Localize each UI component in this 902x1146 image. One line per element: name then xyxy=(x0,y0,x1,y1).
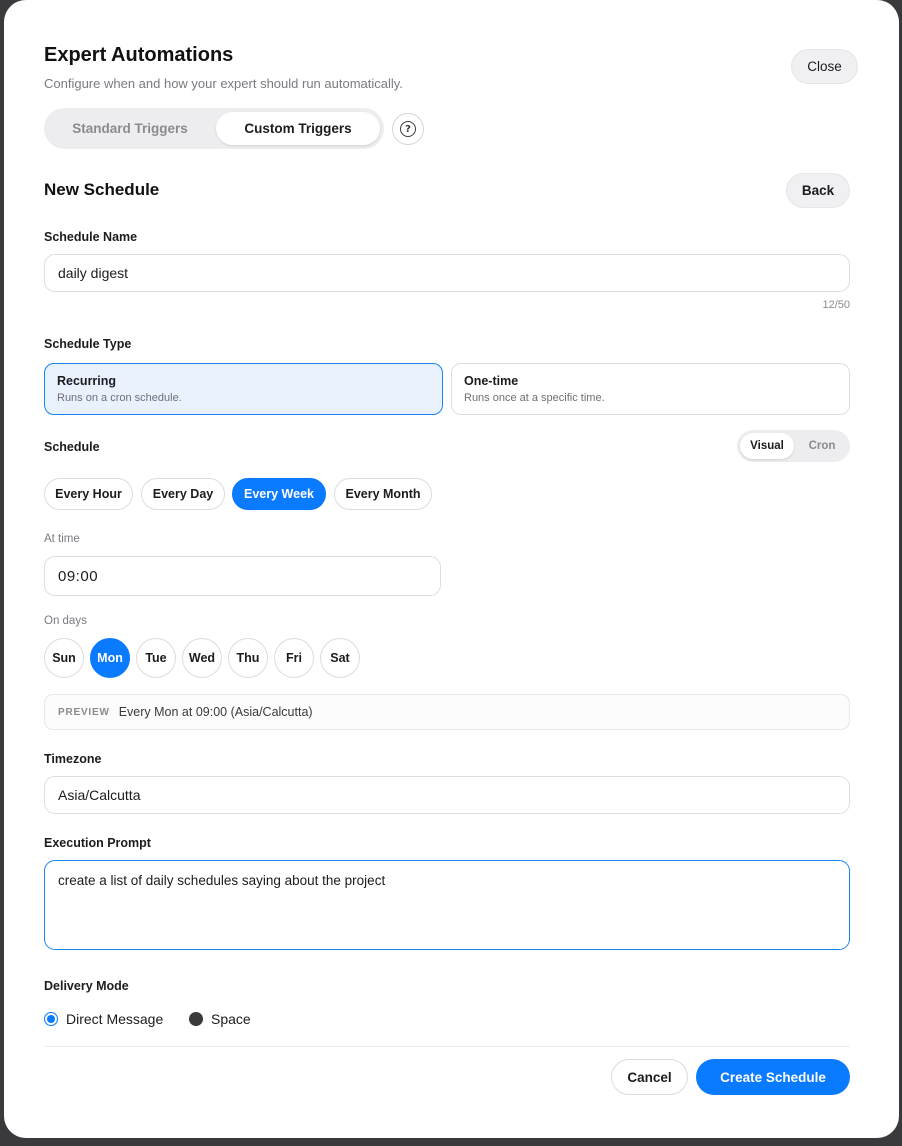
type-card-desc: Runs once at a specific time. xyxy=(464,392,605,404)
type-card-title: One-time xyxy=(464,374,519,388)
footer-divider xyxy=(44,1046,850,1047)
delivery-direct-message[interactable]: Direct Message xyxy=(44,1011,163,1027)
delivery-space[interactable]: Space xyxy=(189,1011,251,1027)
day-fri[interactable]: Fri xyxy=(274,638,314,678)
execution-prompt-label: Execution Prompt xyxy=(44,836,151,850)
day-mon[interactable]: Mon xyxy=(90,638,130,678)
radio-icon xyxy=(189,1012,203,1026)
type-card-one-time[interactable]: One-time Runs once at a specific time. xyxy=(451,363,850,415)
visual-cron-toggle: Visual Cron xyxy=(737,430,850,462)
day-thu[interactable]: Thu xyxy=(228,638,268,678)
close-button[interactable]: Close xyxy=(791,49,858,84)
freq-every-day[interactable]: Every Day xyxy=(141,478,225,510)
toggle-visual[interactable]: Visual xyxy=(740,433,794,459)
type-card-title: Recurring xyxy=(57,374,117,388)
day-sat[interactable]: Sat xyxy=(320,638,360,678)
schedule-name-input[interactable]: daily digest xyxy=(44,254,850,292)
delivery-mode-label: Delivery Mode xyxy=(44,979,129,993)
day-sun[interactable]: Sun xyxy=(44,638,84,678)
modal-subtitle: Configure when and how your expert shoul… xyxy=(44,76,403,91)
at-time-label: At time xyxy=(44,533,80,545)
timezone-label: Timezone xyxy=(44,752,102,766)
create-schedule-button[interactable]: Create Schedule xyxy=(696,1059,850,1095)
preview-key: PREVIEW xyxy=(58,706,110,718)
delivery-option-label: Direct Message xyxy=(66,1011,164,1027)
char-counter: 12/50 xyxy=(822,299,850,311)
tab-custom-triggers[interactable]: Custom Triggers xyxy=(216,112,380,145)
section-heading: New Schedule xyxy=(44,180,160,199)
radio-checked-icon xyxy=(44,1012,58,1026)
question-circle-icon: ? xyxy=(400,121,416,137)
trigger-tabs: Standard Triggers Custom Triggers xyxy=(44,108,384,149)
freq-every-month[interactable]: Every Month xyxy=(334,478,432,510)
cancel-button[interactable]: Cancel xyxy=(611,1059,688,1095)
timezone-input[interactable]: Asia/Calcutta xyxy=(44,776,850,814)
schedule-type-label: Schedule Type xyxy=(44,337,132,351)
type-card-recurring[interactable]: Recurring Runs on a cron schedule. xyxy=(44,363,443,415)
schedule-preview: PREVIEW Every Mon at 09:00 (Asia/Calcutt… xyxy=(44,694,850,730)
execution-prompt-textarea[interactable]: create a list of daily schedules saying … xyxy=(44,860,850,950)
schedule-name-label: Schedule Name xyxy=(44,230,138,244)
back-button[interactable]: Back xyxy=(786,173,850,208)
on-days-label: On days xyxy=(44,615,87,627)
toggle-cron[interactable]: Cron xyxy=(797,433,847,459)
tab-standard-triggers[interactable]: Standard Triggers xyxy=(48,112,212,145)
modal-title: Expert Automations xyxy=(44,44,234,66)
schedule-label: Schedule xyxy=(44,440,100,454)
time-input[interactable]: 09:00 xyxy=(44,556,441,596)
automations-modal: Expert Automations Configure when and ho… xyxy=(4,0,899,1138)
freq-every-week[interactable]: Every Week xyxy=(232,478,326,510)
delivery-option-label: Space xyxy=(211,1011,251,1027)
type-card-desc: Runs on a cron schedule. xyxy=(57,392,182,404)
freq-every-hour[interactable]: Every Hour xyxy=(44,478,133,510)
day-wed[interactable]: Wed xyxy=(182,638,222,678)
help-button[interactable]: ? xyxy=(392,113,424,145)
preview-text: Every Mon at 09:00 (Asia/Calcutta) xyxy=(118,705,313,719)
day-tue[interactable]: Tue xyxy=(136,638,176,678)
